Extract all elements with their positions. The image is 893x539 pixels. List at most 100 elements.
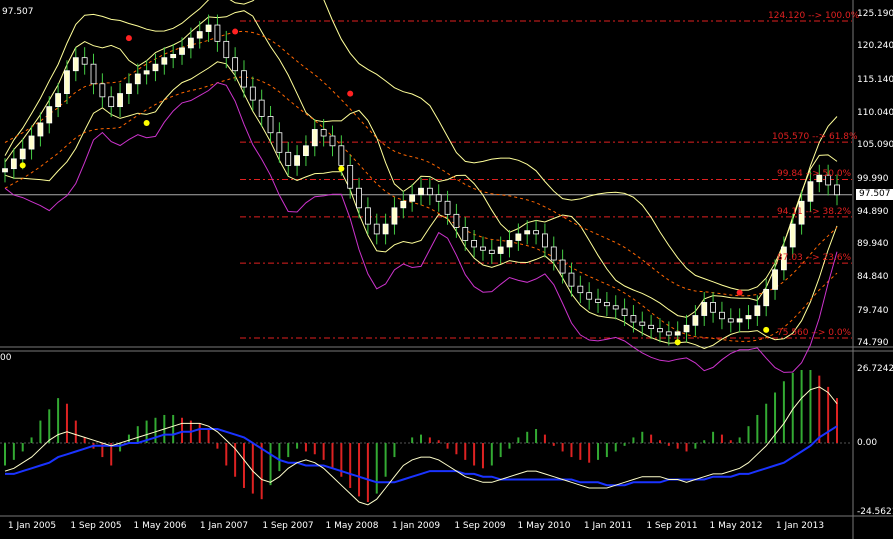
candle-body: [205, 24, 212, 32]
candle-body: [249, 86, 256, 101]
candle-body: [515, 233, 522, 241]
candle-body: [480, 246, 486, 251]
y-tick-label: 115.140: [857, 74, 893, 85]
x-tick-label: 1 May 2012: [709, 521, 763, 531]
candle-body: [303, 145, 309, 156]
sub-y-tick-label: -24.5621: [857, 507, 893, 517]
candle-body: [621, 308, 628, 316]
candle-body: [37, 122, 44, 137]
candle-body: [19, 148, 26, 160]
candle-body: [347, 164, 354, 189]
candle-body: [533, 230, 539, 235]
candle-body: [453, 213, 460, 228]
y-tick-label: 105.090: [857, 140, 893, 151]
x-tick-label: 1 Sep 2009: [454, 521, 506, 531]
candle-body: [338, 145, 345, 166]
candle-body: [179, 47, 185, 55]
y-tick-label: 89.940: [857, 239, 889, 250]
candle-body: [409, 194, 416, 202]
candle-body: [754, 305, 761, 316]
y-tick-label: 110.040: [857, 107, 893, 118]
candle-body: [400, 200, 407, 209]
candle-body: [789, 223, 796, 248]
candle-body: [736, 318, 743, 323]
x-tick-label: 1 Jan 2005: [7, 521, 57, 531]
candle-body: [223, 40, 230, 59]
candle-body: [418, 187, 424, 196]
corner-price-label: 97.507: [2, 7, 34, 17]
candle-body: [391, 207, 398, 225]
candle-body: [630, 315, 637, 323]
candle-body: [55, 93, 62, 108]
envelope-upper-line: [4, 30, 838, 297]
y-tick-label: 74.790: [857, 338, 889, 348]
candle-body: [267, 116, 274, 134]
fractal-down-marker: [19, 162, 26, 169]
chart-canvas[interactable]: [0, 0, 893, 539]
bollinger-upper-line: [4, 0, 838, 291]
sub-y-tick-label: 26.7242: [857, 364, 893, 374]
candle-body: [719, 311, 725, 320]
candle-body: [258, 99, 265, 117]
candle-body: [462, 226, 469, 241]
candle-body: [294, 155, 300, 166]
x-tick-label: 1 Jan 2007: [199, 521, 249, 531]
y-tick-label: 79.740: [857, 305, 889, 316]
candle-body: [320, 129, 327, 137]
candle-body: [683, 324, 690, 333]
candle-body: [364, 207, 371, 225]
candle-body: [701, 302, 708, 316]
fibo-level-label: 99.84 --> 50.0%: [777, 169, 852, 180]
fractal-up-marker: [347, 90, 354, 97]
candle-body: [692, 315, 699, 326]
candle-body: [117, 93, 123, 108]
candle-body: [568, 272, 575, 287]
x-tick-label: 1 Jan 2013: [775, 521, 825, 531]
candle-body: [603, 302, 610, 307]
candle-body: [187, 37, 194, 49]
candle-body: [161, 57, 168, 65]
candle-body: [143, 70, 150, 75]
candle-body: [134, 73, 141, 85]
y-tick-label: 94.890: [857, 206, 889, 217]
candle-body: [196, 31, 203, 39]
fibo-level-label: 87.03 --> 23.6%: [777, 253, 852, 264]
x-tick-label: 1 Jan 2009: [391, 521, 441, 531]
candle-body: [577, 285, 584, 294]
candle-body: [488, 249, 495, 254]
x-tick-label: 1 Sep 2007: [262, 521, 314, 531]
candle-body: [524, 230, 531, 235]
candle-body: [10, 158, 17, 170]
candle-body: [745, 315, 752, 320]
candle-body: [506, 240, 513, 248]
candle-body: [126, 83, 132, 94]
candle-body: [373, 223, 380, 235]
candle-body: [559, 259, 566, 274]
candle-body: [241, 70, 247, 88]
macd-main-line: [4, 386, 838, 506]
y-tick-label: 84.840: [857, 272, 889, 283]
x-tick-label: 1 Sep 2005: [70, 521, 122, 531]
fibo-level-label: 94.11 --> 38.2%: [777, 206, 852, 217]
magenta-band-line: [4, 82, 838, 373]
candle-body: [276, 132, 283, 153]
candle-body: [471, 240, 478, 248]
candle-body: [612, 305, 619, 310]
candle-body: [665, 331, 672, 336]
candle-body: [356, 187, 362, 209]
candle-body: [28, 135, 35, 150]
candle-body: [639, 321, 646, 326]
candle-body: [497, 246, 504, 254]
candle-body: [648, 324, 655, 329]
candle-body: [657, 328, 663, 333]
candle-body: [763, 289, 770, 307]
candle-body: [46, 106, 53, 124]
candle-body: [595, 298, 601, 303]
candle-body: [152, 63, 159, 72]
candle-body: [170, 54, 177, 59]
candle-body: [232, 57, 239, 72]
x-tick-label: 1 May 2006: [133, 521, 187, 531]
candle-body: [72, 57, 79, 72]
candle-body: [382, 223, 389, 235]
candle-body: [834, 184, 840, 196]
